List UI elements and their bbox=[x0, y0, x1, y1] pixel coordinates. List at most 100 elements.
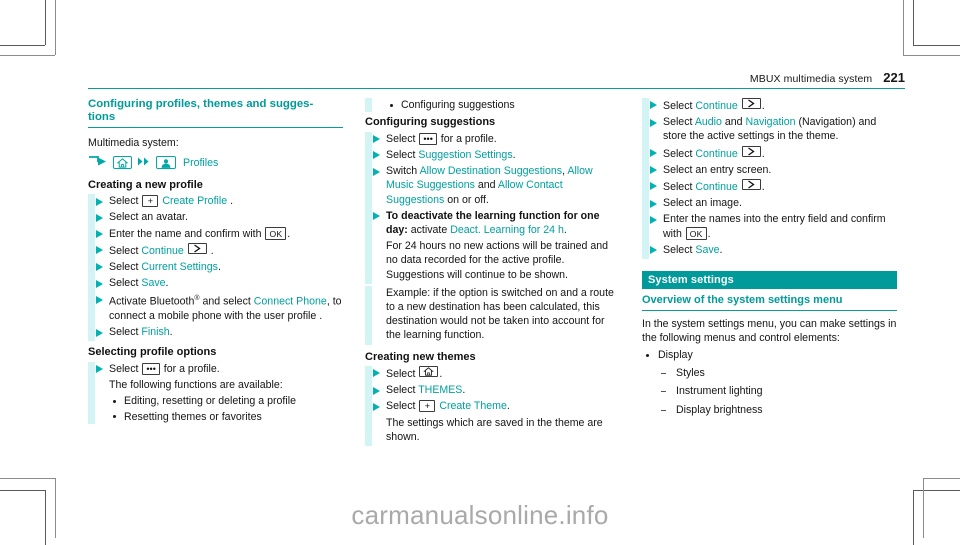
ok-key-icon[interactable]: OK bbox=[265, 227, 287, 241]
step-select-ellipsis-profile-2[interactable]: Select ••• for a profile. bbox=[365, 131, 620, 148]
home-icon[interactable] bbox=[113, 156, 132, 170]
chevron-right-key-icon[interactable] bbox=[741, 179, 761, 191]
ok-key-icon[interactable]: OK bbox=[685, 227, 707, 241]
link-connect-phone[interactable]: Connect Phone bbox=[254, 296, 327, 308]
step-text: Select an avatar. bbox=[109, 211, 188, 224]
column-right: Select Continue . Select Audio and Navig… bbox=[642, 98, 897, 478]
note-deactivate-example: Example: if the option is switched on an… bbox=[365, 285, 620, 345]
step-deactivate-learning[interactable]: To deactivate the learning function for … bbox=[365, 208, 620, 240]
step-select-avatar[interactable]: Select an avatar. bbox=[88, 210, 343, 227]
step-text: Enter the name and confirm with OK. bbox=[109, 227, 291, 241]
link-finish[interactable]: Finish bbox=[141, 326, 169, 338]
step-enter-names-confirm[interactable]: Enter the names into the entry field and… bbox=[642, 212, 897, 243]
list-item: Editing, resetting or deleting a profile bbox=[109, 394, 343, 408]
step-select-save-2[interactable]: Select Save. bbox=[642, 242, 897, 260]
heading-creating-new-themes: Creating new themes bbox=[365, 350, 476, 363]
header-title: MBUX multimedia system bbox=[749, 73, 873, 85]
crop-mark-bottom-left-h2 bbox=[0, 478, 55, 479]
list-item-display: Display bbox=[642, 348, 897, 363]
step-triangle-icon bbox=[96, 279, 103, 288]
step-triangle-icon bbox=[650, 215, 657, 224]
step-gutter-bar bbox=[88, 259, 95, 277]
step-select-continue-4[interactable]: Select Continue . bbox=[642, 179, 897, 197]
menu-path: Profiles bbox=[88, 154, 343, 172]
heading-creating-new-profile: Creating a new profile bbox=[88, 178, 203, 191]
watermark: carmanualsonline.info bbox=[351, 500, 609, 530]
step-gutter-bar bbox=[365, 164, 372, 209]
link-continue[interactable]: Continue bbox=[695, 148, 737, 160]
step-gutter-bar bbox=[88, 276, 95, 293]
step-select-continue-3[interactable]: Select Continue . bbox=[642, 145, 897, 163]
link-suggestion-settings[interactable]: Suggestion Settings bbox=[418, 149, 512, 161]
link-deact-learning-24h[interactable]: Deact. Learning for 24 h bbox=[450, 224, 564, 236]
step-triangle-icon bbox=[373, 167, 380, 176]
plus-key-icon[interactable]: + bbox=[142, 195, 159, 208]
home-key-icon[interactable] bbox=[419, 366, 439, 378]
chevron-right-key-icon[interactable] bbox=[741, 98, 761, 109]
step-select-continue-1[interactable]: Select Continue . bbox=[88, 242, 343, 260]
chevron-right-key-icon[interactable] bbox=[187, 242, 207, 254]
step-select-entry-screen[interactable]: Select an entry screen. bbox=[642, 162, 897, 180]
continued-bullets: Configuring suggestions bbox=[365, 98, 620, 113]
link-save[interactable]: Save bbox=[695, 244, 719, 256]
plus-key-icon[interactable]: + bbox=[419, 400, 436, 413]
step-select-create-theme[interactable]: Select + Create Theme. bbox=[365, 399, 620, 416]
step-select-audio-navigation[interactable]: Select Audio and Navigation (Navigation)… bbox=[642, 115, 897, 146]
link-themes[interactable]: THEMES bbox=[418, 384, 462, 396]
step-select-ellipsis-profile[interactable]: Select ••• for a profile. bbox=[88, 361, 343, 379]
step-gutter-bar bbox=[642, 145, 649, 163]
menu-path-label[interactable]: Profiles bbox=[183, 157, 218, 169]
step-gutter-bar bbox=[365, 208, 372, 240]
link-continue[interactable]: Continue bbox=[695, 181, 737, 193]
link-continue[interactable]: Continue bbox=[141, 245, 183, 257]
link-allow-destination-suggestions[interactable]: Allow Destination Suggestions bbox=[420, 165, 563, 177]
steps-profile-options: Select ••• for a profile. The following … bbox=[88, 361, 343, 424]
note-theme-settings-shown: The settings which are saved in the them… bbox=[365, 415, 620, 447]
link-current-settings[interactable]: Current Settings bbox=[141, 261, 218, 273]
step-gutter-bar bbox=[88, 194, 95, 211]
link-navigation[interactable]: Navigation bbox=[745, 116, 795, 128]
step-triangle-icon bbox=[96, 197, 103, 206]
profile-avatar-icon[interactable] bbox=[156, 156, 176, 170]
crop-mark-bottom-right-h bbox=[913, 490, 960, 491]
link-create-theme[interactable]: Create Theme bbox=[439, 400, 507, 412]
step-text: To deactivate the learning function for … bbox=[386, 209, 600, 236]
steps-configuring-suggestions: Select ••• for a profile. Select Suggest… bbox=[365, 131, 620, 345]
step-select-home[interactable]: Select . bbox=[365, 366, 620, 384]
note-deactivate-details: For 24 hours no new actions will be trai… bbox=[365, 239, 620, 284]
step-text: Select Save. bbox=[109, 277, 169, 290]
step-select-themes[interactable]: Select THEMES. bbox=[365, 383, 620, 400]
list-item-styles: Styles bbox=[658, 366, 897, 381]
step-select-create-profile[interactable]: Select + Create Profile . bbox=[88, 194, 343, 211]
step-triangle-icon bbox=[96, 213, 103, 222]
step-text: Example: if the option is switched on an… bbox=[386, 286, 614, 342]
chevron-right-key-icon[interactable] bbox=[741, 145, 761, 157]
step-text: Activate Bluetooth® and select Connect P… bbox=[109, 295, 342, 323]
step-activate-bluetooth[interactable]: Activate Bluetooth® and select Connect P… bbox=[88, 292, 343, 326]
step-text: For 24 hours no new actions will be trai… bbox=[386, 240, 609, 281]
link-audio[interactable]: Audio bbox=[695, 116, 722, 128]
step-text: Select THEMES. bbox=[386, 384, 466, 397]
step-gutter-bar bbox=[365, 239, 372, 284]
link-save[interactable]: Save bbox=[141, 277, 165, 289]
step-text: Select an entry screen. bbox=[663, 163, 772, 176]
step-triangle-icon bbox=[373, 212, 380, 221]
step-enter-name-confirm[interactable]: Enter the name and confirm with OK. bbox=[88, 226, 343, 243]
ellipsis-key-icon[interactable]: ••• bbox=[419, 132, 437, 145]
step-select-continue-2[interactable]: Select Continue . bbox=[642, 98, 897, 116]
link-create-profile[interactable]: Create Profile bbox=[162, 195, 227, 207]
link-continue[interactable]: Continue bbox=[695, 100, 737, 112]
step-select-finish[interactable]: Select Finish. bbox=[88, 325, 343, 342]
ellipsis-key-icon[interactable]: ••• bbox=[142, 362, 160, 375]
step-select-image[interactable]: Select an image. bbox=[642, 196, 897, 213]
step-select-save-1[interactable]: Select Save. bbox=[88, 276, 343, 293]
double-chevron-right-icon bbox=[137, 154, 151, 172]
heading-selecting-profile-options: Selecting profile options bbox=[88, 346, 217, 359]
step-triangle-icon bbox=[96, 246, 103, 255]
step-select-suggestion-settings[interactable]: Select Suggestion Settings. bbox=[365, 147, 620, 165]
step-switch-suggestions[interactable]: Switch Allow Destination Suggestions, Al… bbox=[365, 164, 620, 209]
profile-options-bullets: Editing, resetting or deleting a profile… bbox=[88, 394, 343, 424]
step-select-current-settings[interactable]: Select Current Settings. bbox=[88, 259, 343, 277]
step-triangle-icon bbox=[650, 101, 657, 110]
step-text: Select ••• for a profile. bbox=[386, 132, 497, 145]
